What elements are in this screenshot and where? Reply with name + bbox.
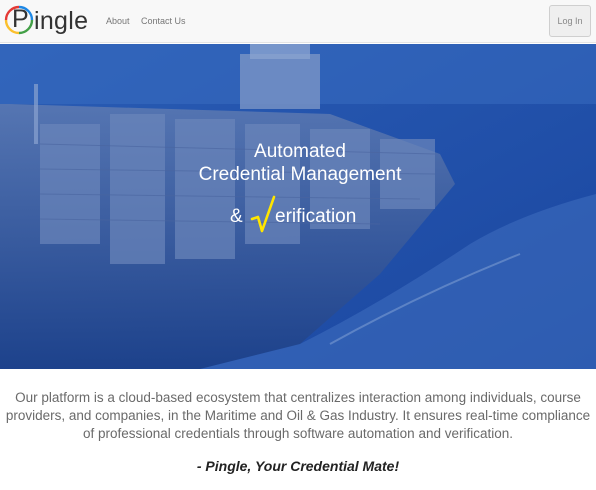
tagline: - Pingle, Your Credential Mate! [196, 458, 400, 474]
headline-verification: & erification [230, 195, 430, 241]
platform-description: Our platform is a cloud-based ecosystem … [5, 390, 591, 441]
headline-line2: Credential Management [198, 164, 402, 185]
logo-letter: P [12, 5, 29, 33]
logo-text: ingle [34, 7, 89, 35]
navbar: P ingle About Contact Us Log In [0, 0, 596, 43]
pingle-logo[interactable]: P ingle [4, 5, 92, 39]
hero-headline: Automated Credential Management [150, 140, 450, 186]
checkmark-icon [250, 195, 276, 233]
intro-section: Our platform is a cloud-based ecosystem … [0, 369, 596, 490]
ampersand: & [230, 206, 243, 227]
headline-line1: Automated [254, 141, 346, 162]
verification-text: erification [275, 206, 357, 227]
nav-about-link[interactable]: About [106, 15, 130, 27]
hero-banner: Automated Credential Management & erific… [0, 44, 596, 369]
nav-contact-link[interactable]: Contact Us [141, 15, 186, 27]
login-button[interactable]: Log In [549, 5, 591, 37]
